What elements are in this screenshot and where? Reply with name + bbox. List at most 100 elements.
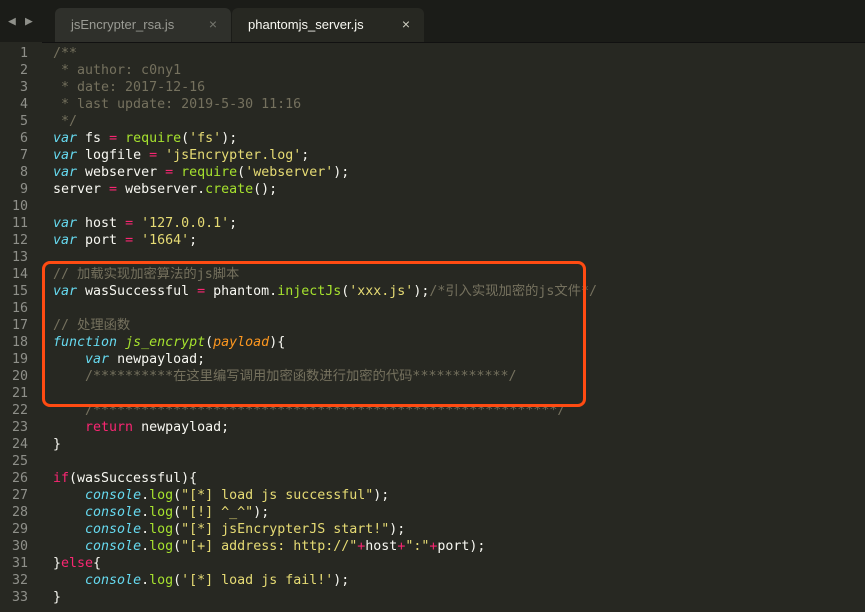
code-line: 30 console.log("[+] address: http://"+ho…: [0, 538, 865, 555]
code-editor[interactable]: 1/** 2 * author: c0ny1 3 * date: 2017-12-1…: [0, 42, 865, 612]
code-text: return newpayload;: [53, 419, 229, 436]
code-token: "[*] load js successful": [181, 488, 374, 503]
code-token: }: [53, 437, 62, 452]
code-line: 23 return newpayload;: [0, 419, 865, 436]
code-token: port: [77, 233, 126, 248]
code-token: injectJs: [277, 284, 342, 299]
code-token: =: [109, 131, 118, 146]
line-number: 32: [11, 573, 28, 588]
code-token: if: [53, 471, 70, 486]
code-token: var: [53, 233, 78, 248]
code-text: }: [53, 436, 61, 453]
code-token: console: [85, 488, 142, 503]
code-token: );: [389, 522, 406, 537]
code-token: (: [173, 539, 182, 554]
code-token: 'xxx.js': [349, 284, 414, 299]
code-line: 26 if(wasSuccessful){: [0, 470, 865, 487]
line-number: 33: [11, 590, 28, 605]
code-token: "[*] jsEncrypterJS start!": [181, 522, 390, 537]
code-text: function js_encrypt(payload){: [53, 334, 285, 351]
code-token: * date: 2017-12-16: [53, 80, 206, 95]
line-number: 3: [19, 80, 28, 95]
code-token: logfile: [77, 148, 150, 163]
code-token: var: [53, 216, 78, 231]
code-token: server: [53, 182, 110, 197]
tab-phantomjs-server[interactable]: phantomjs_server.js ×: [232, 8, 424, 42]
code-token: );: [373, 488, 390, 503]
code-text: server = webserver.create();: [53, 181, 277, 198]
code-token: // 处理函数: [53, 318, 131, 333]
line-number: 24: [11, 437, 28, 452]
code-text: * author: c0ny1: [53, 62, 181, 79]
tab-jsencrypter-rsa[interactable]: jsEncrypter_rsa.js ×: [55, 8, 231, 42]
code-token: (: [173, 488, 182, 503]
code-line: 31}else{: [0, 555, 865, 572]
code-token: (: [173, 573, 182, 588]
line-number: 30: [11, 539, 28, 554]
code-line: 18 function js_encrypt(payload){: [0, 334, 865, 351]
code-text: }else{: [53, 555, 101, 572]
code-token: function: [53, 335, 118, 350]
code-token: wasSuccessful: [77, 284, 198, 299]
line-number: 15: [11, 284, 28, 299]
code-token: var: [53, 148, 78, 163]
code-text: /***************************************…: [53, 402, 565, 419]
code-line: 3 * date: 2017-12-16: [0, 79, 865, 96]
line-number: 29: [11, 522, 28, 537]
line-number: 13: [11, 250, 28, 265]
code-token: webserver.: [117, 182, 206, 197]
code-token: =: [197, 284, 206, 299]
code-token: var: [53, 131, 78, 146]
code-token: require: [181, 165, 238, 180]
code-token: (wasSuccessful){: [69, 471, 198, 486]
tab-label: jsEncrypter_rsa.js: [71, 17, 175, 32]
code-line: 4 * last update: 2019-5-30 11:16: [0, 96, 865, 113]
code-token: js_encrypt: [125, 335, 206, 350]
code-line: 15 var wasSuccessful = phantom.injectJs('…: [0, 283, 865, 300]
code-token: }: [53, 590, 62, 605]
line-number: 1: [19, 46, 28, 61]
code-token: (: [173, 505, 182, 520]
line-number: 7: [19, 148, 28, 163]
line-number: 2: [19, 63, 28, 78]
code-token: (: [237, 165, 246, 180]
code-line: 19 var newpayload;: [0, 351, 865, 368]
code-token: {: [93, 556, 102, 571]
code-line: 28 console.log("[!] ^_^");: [0, 504, 865, 521]
code-token: (: [205, 335, 214, 350]
code-token: /**********在这里编写调用加密函数进行加密的代码***********…: [85, 369, 517, 384]
code-text: var fs = require('fs');: [53, 130, 237, 147]
code-token: '127.0.0.1': [141, 216, 230, 231]
line-number: 26: [11, 471, 28, 486]
code-token: );: [413, 284, 430, 299]
line-number: 5: [19, 114, 28, 129]
code-token: 'jsEncrypter.log': [165, 148, 302, 163]
code-text: console.log("[*] jsEncrypterJS start!");: [53, 521, 405, 538]
line-number: 10: [11, 199, 28, 214]
code-token: .: [141, 539, 150, 554]
code-token: // 加载实现加密算法的js脚本: [53, 267, 240, 282]
close-icon[interactable]: ×: [402, 16, 410, 32]
code-token: );: [333, 573, 350, 588]
code-text: // 处理函数: [53, 317, 130, 334]
code-token: log: [149, 539, 174, 554]
code-line: 20 /**********在这里编写调用加密函数进行加密的代码********…: [0, 368, 865, 385]
code-token: var: [85, 352, 110, 367]
back-icon[interactable]: ◀: [8, 14, 16, 29]
code-line: 9 server = webserver.create();: [0, 181, 865, 198]
code-token: );: [253, 505, 270, 520]
close-icon[interactable]: ×: [209, 16, 217, 32]
code-line: 2 * author: c0ny1: [0, 62, 865, 79]
code-text: if(wasSuccessful){: [53, 470, 197, 487]
code-token: .: [141, 488, 150, 503]
code-line: 17 // 处理函数: [0, 317, 865, 334]
line-number: 8: [19, 165, 28, 180]
forward-icon[interactable]: ▶: [25, 14, 33, 29]
